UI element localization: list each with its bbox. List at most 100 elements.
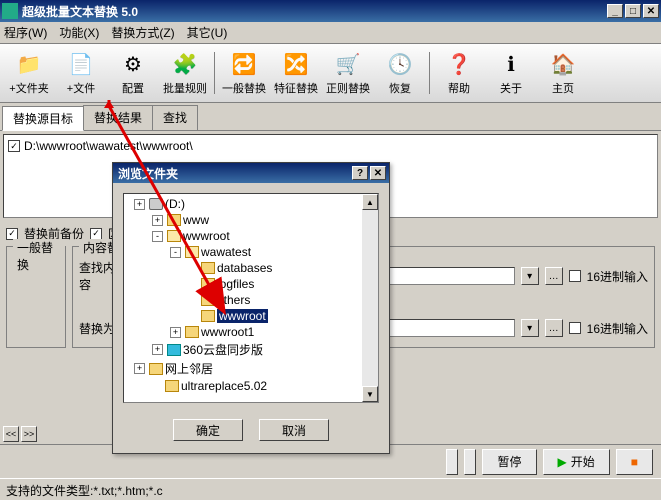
batch-rules-icon: 🧩 (171, 50, 199, 78)
toolbar: 📁+文件夹📄+文件⚙配置🧩批量规则🔁一般替换🔀特征替换🛒正则替换🕓恢复❓帮助ℹ关… (0, 44, 661, 103)
menu-item[interactable]: 程序(W) (4, 24, 47, 41)
tab-2[interactable]: 查找 (152, 105, 198, 130)
tree-node[interactable]: - wwwroot (130, 228, 376, 244)
tree-node[interactable]: others (130, 292, 376, 308)
minimize-button[interactable]: _ (607, 4, 623, 18)
tree-node[interactable]: - wawatest (130, 244, 376, 260)
menu-item[interactable]: 功能(X) (59, 24, 99, 41)
folder-icon (185, 246, 199, 258)
feature-replace-icon: 🔀 (282, 50, 310, 78)
progress-handle-2[interactable] (464, 449, 476, 475)
expand-icon[interactable]: + (134, 363, 145, 374)
find-browse-button[interactable]: … (545, 267, 563, 285)
source-path-text: D:\wwwroot\wawatest\wwwroot\ (24, 139, 193, 153)
menubar: 程序(W) 功能(X) 替换方式(Z) 其它(U) (0, 22, 661, 44)
tree-node[interactable]: logfiles (130, 276, 376, 292)
tree-label: wawatest (201, 245, 251, 259)
maximize-button[interactable]: □ (625, 4, 641, 18)
config-button[interactable]: ⚙配置 (108, 48, 158, 98)
tab-0[interactable]: 替换源目标 (2, 106, 84, 131)
dialog-close-button[interactable]: ✕ (370, 166, 386, 180)
replace-more-button[interactable]: ▾ (521, 319, 539, 337)
tree-node[interactable]: + wwwroot1 (130, 324, 376, 340)
about-button[interactable]: ℹ关于 (486, 48, 536, 98)
tree-label: wwwroot (217, 309, 268, 323)
encoding-checkbox[interactable]: ✓ (90, 228, 102, 240)
browse-folder-dialog: 浏览文件夹 ? ✕ + (D:)+ www- wwwroot- wawatest… (112, 162, 390, 454)
next-button[interactable]: >> (21, 426, 37, 442)
tab-1[interactable]: 替换结果 (83, 105, 153, 130)
add-file-button[interactable]: 📄+文件 (56, 48, 106, 98)
folder-icon (167, 214, 181, 226)
scroll-up-button[interactable]: ▲ (362, 194, 378, 210)
add-folder-button[interactable]: 📁+文件夹 (4, 48, 54, 98)
expand-icon[interactable]: + (152, 344, 163, 355)
tree-label: ultrareplace5.02 (181, 379, 267, 393)
folder-icon (167, 344, 181, 356)
folder-tree[interactable]: + (D:)+ www- wwwroot- wawatest databases… (123, 193, 379, 403)
find-hex-label: 16进制输入 (587, 268, 648, 285)
titlebar: 超级批量文本替换 5.0 _ □ ✕ (0, 0, 661, 22)
status-text: 支持的文件类型:*.txt;*.htm;*.c (6, 484, 163, 498)
backup-checkbox[interactable]: ✓ (6, 228, 18, 240)
add-folder-icon: 📁 (15, 50, 43, 78)
tree-node[interactable]: + 网上邻居 (130, 359, 376, 378)
tree-scrollbar[interactable]: ▲ ▼ (362, 194, 378, 402)
folder-icon (149, 363, 163, 375)
close-button[interactable]: ✕ (643, 4, 659, 18)
help-icon: ❓ (445, 50, 473, 78)
menu-item[interactable]: 替换方式(Z) (111, 24, 174, 41)
stop-icon: ■ (631, 455, 638, 469)
normal-replace-button[interactable]: 🔁一般替换 (219, 48, 269, 98)
pause-button[interactable]: 暂停 (482, 449, 536, 475)
tree-label: databases (217, 261, 272, 275)
replace-mode-fieldset: 一般替换 (6, 246, 66, 348)
folder-icon (149, 198, 163, 210)
statusbar: 支持的文件类型:*.txt;*.htm;*.c (0, 478, 661, 500)
tree-node[interactable]: + 360云盘同步版 (130, 340, 376, 359)
batch-rules-button[interactable]: 🧩批量规则 (160, 48, 210, 98)
scroll-down-button[interactable]: ▼ (362, 386, 378, 402)
dialog-title: 浏览文件夹 (116, 165, 350, 182)
expand-icon[interactable]: - (170, 247, 181, 258)
source-path-item[interactable]: ✓ D:\wwwroot\wawatest\wwwroot\ (8, 139, 653, 153)
menu-item[interactable]: 其它(U) (187, 24, 228, 41)
start-button[interactable]: ▶开始 (543, 449, 610, 475)
prev-button[interactable]: << (3, 426, 19, 442)
tree-label: www (183, 213, 209, 227)
feature-replace-button[interactable]: 🔀特征替换 (271, 48, 321, 98)
folder-icon (201, 294, 215, 306)
tree-node[interactable]: wwwroot (130, 308, 376, 324)
find-hex-checkbox[interactable] (569, 270, 581, 282)
restore-button[interactable]: 🕓恢复 (375, 48, 425, 98)
restore-icon: 🕓 (386, 50, 414, 78)
expand-icon[interactable]: - (152, 231, 163, 242)
dialog-cancel-button[interactable]: 取消 (259, 419, 329, 441)
progress-handle-1[interactable] (446, 449, 458, 475)
replace-browse-button[interactable]: … (545, 319, 563, 337)
home-button[interactable]: 🏠主页 (538, 48, 588, 98)
source-path-checkbox[interactable]: ✓ (8, 140, 20, 152)
replace-hex-checkbox[interactable] (569, 322, 581, 334)
help-button[interactable]: ❓帮助 (434, 48, 484, 98)
tree-label: wwwroot1 (201, 325, 254, 339)
folder-icon (167, 230, 181, 242)
play-icon: ▶ (558, 455, 567, 469)
tree-node[interactable]: + (D:) (130, 196, 376, 212)
expand-icon[interactable]: + (170, 327, 181, 338)
expand-icon[interactable]: + (134, 199, 145, 210)
tree-label: 网上邻居 (165, 360, 213, 377)
tree-node[interactable]: + www (130, 212, 376, 228)
dialog-help-button[interactable]: ? (352, 166, 368, 180)
tree-label: 360云盘同步版 (183, 341, 263, 358)
find-more-button[interactable]: ▾ (521, 267, 539, 285)
expand-icon[interactable]: + (152, 215, 163, 226)
regex-replace-button[interactable]: 🛒正则替换 (323, 48, 373, 98)
tree-node[interactable]: ultrareplace5.02 (130, 378, 376, 394)
tree-label: logfiles (217, 277, 254, 291)
tree-node[interactable]: databases (130, 260, 376, 276)
dialog-ok-button[interactable]: 确定 (173, 419, 243, 441)
nav-arrows: << >> (3, 426, 37, 442)
replace-hex-label: 16进制输入 (587, 320, 648, 337)
stop-button[interactable]: ■ (616, 449, 653, 475)
